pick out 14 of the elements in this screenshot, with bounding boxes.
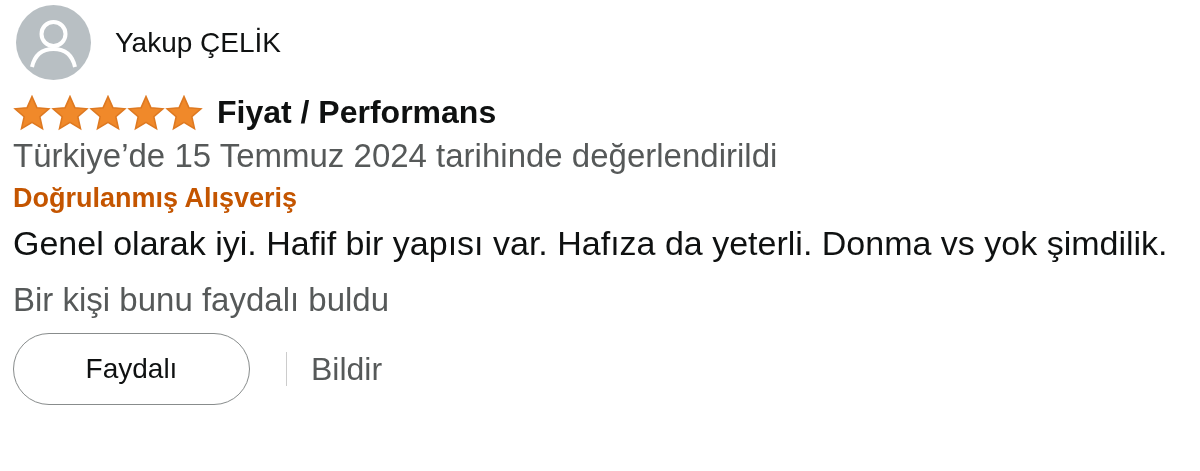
star-icon [165, 94, 203, 131]
verified-purchase-label: Doğrulanmış Alışveriş [13, 183, 298, 214]
author-name: Yakup ÇELİK [115, 26, 282, 59]
star-icon [13, 94, 51, 131]
review-title: Fiyat / Performans [217, 94, 497, 131]
star-icon [89, 94, 127, 131]
star-icon [127, 94, 165, 131]
star-icon [51, 94, 89, 131]
avatar-icon [16, 5, 91, 80]
review-date: Türkiye’de 15 Temmuz 2024 tarihinde değerlendirildi [13, 137, 779, 175]
review-text: Genel olarak iyi. Hafif bir yapısı var. Hafıza da yeterli. Donma vs yok şimdilik. [13, 224, 1169, 263]
helpful-count: Bir kişi bunu faydalı buldu [13, 281, 391, 319]
helpful-button[interactable]: Faydalı [13, 333, 250, 405]
report-link[interactable]: Bildir [311, 350, 383, 388]
